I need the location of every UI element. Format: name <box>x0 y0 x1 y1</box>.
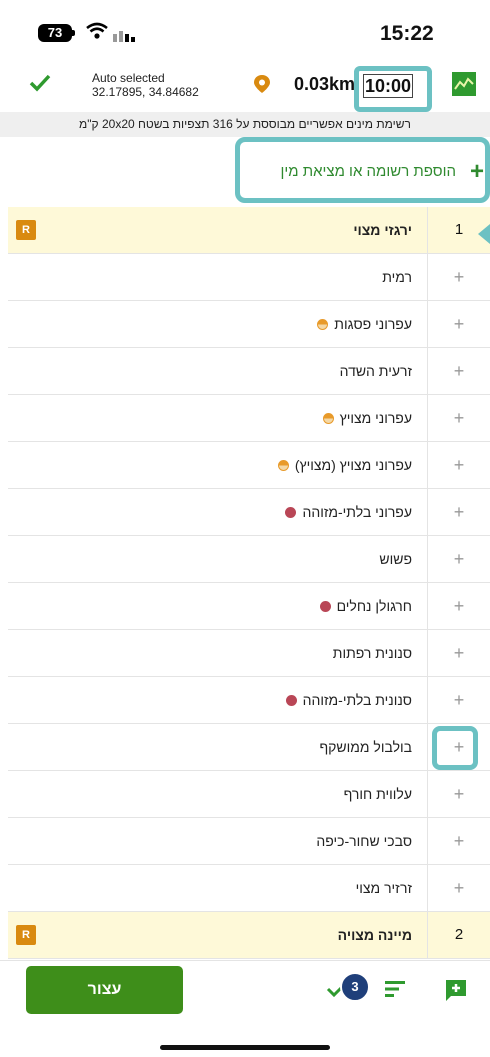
add-species-plus-icon[interactable]: + <box>427 348 490 394</box>
species-name-cell: עפרוני מצויץ <box>322 395 412 441</box>
done-count-badge: 3 <box>340 972 370 1002</box>
species-name: זרזיר מצוי <box>355 880 412 896</box>
species-name: רמית <box>382 269 412 285</box>
species-name: זרעית השדה <box>339 363 412 379</box>
add-species-plus-icon[interactable]: + <box>427 630 490 676</box>
add-species-plus-icon[interactable]: + <box>427 583 490 629</box>
distance-readout: 0.03km <box>294 74 356 94</box>
species-row[interactable]: + זרזיר מצוי <box>8 865 490 912</box>
species-name-cell: בולבול ממושקף <box>319 724 412 770</box>
red-dot-icon <box>285 694 297 706</box>
species-row[interactable]: + עפרוני בלתי-מזוהה <box>8 489 490 536</box>
species-name: עפרוני מצויץ <box>339 410 412 426</box>
species-row[interactable]: + פשוש <box>8 536 490 583</box>
info-bar: רשימת מינים אפשריים מבוססת על 316 תצפיות… <box>0 112 490 137</box>
add-species-plus-icon[interactable]: + <box>427 818 490 864</box>
species-name: עפרוני בלתי-מזוהה <box>302 504 412 520</box>
status-time: 15:22 <box>380 22 434 45</box>
sort-icon[interactable] <box>383 978 407 1005</box>
group-name: ירגזי מצוי <box>353 222 412 238</box>
add-species-plus-icon[interactable]: + <box>427 771 490 817</box>
plus-highlight <box>432 726 478 770</box>
wifi-icon <box>86 22 108 45</box>
home-indicator <box>160 1045 330 1050</box>
r-badge: R <box>16 220 36 240</box>
add-species-plus-icon[interactable]: + <box>427 536 490 582</box>
red-dot-icon <box>285 506 297 518</box>
species-name-cell: סבכי שחור-כיפה <box>316 818 412 864</box>
add-note-icon[interactable] <box>444 978 468 1007</box>
species-name-cell: סנונית בלתי-מזוהה <box>285 677 412 723</box>
add-species-plus-icon[interactable]: + <box>427 865 490 911</box>
battery-tip <box>72 30 75 36</box>
species-name-cell: פשוש <box>379 536 412 582</box>
add-species-plus-icon[interactable]: + <box>427 301 490 347</box>
add-species-plus-icon[interactable]: + <box>427 442 490 488</box>
species-name: חרגולן נחלים <box>336 598 412 614</box>
species-row[interactable]: + עפרוני מצויץ <box>8 395 490 442</box>
species-name: סנונית רפתות <box>332 645 412 661</box>
add-species-plus-icon[interactable]: + <box>427 395 490 441</box>
timer[interactable]: 10:00 <box>363 74 413 98</box>
group-row[interactable]: 1 ירגזי מצוי R <box>8 207 490 254</box>
species-name-cell: עפרוני בלתי-מזוהה <box>285 489 412 535</box>
species-name: סבכי שחור-כיפה <box>316 833 412 849</box>
species-name-cell: עפרוני פסגות <box>317 301 412 347</box>
plus-icon: + <box>469 158 484 185</box>
half-circle-icon <box>317 318 329 330</box>
group-row[interactable]: 2 מיינה מצויה R <box>8 912 490 959</box>
species-name: עלווית חורף <box>343 786 412 802</box>
stop-button[interactable]: עצור <box>26 966 183 1014</box>
species-row[interactable]: + זרעית השדה <box>8 348 490 395</box>
auto-selected-label: Auto selected <box>92 71 165 85</box>
location-pin-icon <box>253 74 271 99</box>
species-name-cell: עפרוני מצויץ (מצויץ) <box>277 442 412 488</box>
species-name: בולבול ממושקף <box>319 739 412 755</box>
group-number: 2 <box>427 912 490 958</box>
species-name-cell: זרזיר מצוי <box>356 865 412 911</box>
add-species-plus-icon[interactable]: + <box>427 489 490 535</box>
add-species-plus-icon[interactable]: + <box>427 254 490 300</box>
species-row[interactable]: + סבכי שחור-כיפה <box>8 818 490 865</box>
species-name-cell: זרעית השדה <box>340 348 412 394</box>
coordinates: 32.17895, 34.84682 <box>92 85 199 99</box>
selection-pointer-icon <box>478 224 490 244</box>
red-dot-icon <box>319 600 331 612</box>
add-record-label: הוספת רשומה או מציאת מין <box>280 163 456 180</box>
species-row[interactable]: + בולבול ממושקף <box>8 724 490 771</box>
species-row[interactable]: + עלווית חורף <box>8 771 490 818</box>
species-row[interactable]: + עפרוני פסגות <box>8 301 490 348</box>
confirm-location-icon[interactable] <box>28 72 52 99</box>
species-name-cell: חרגולן נחלים <box>319 583 412 629</box>
species-name-cell: עלווית חורף <box>344 771 412 817</box>
half-circle-icon <box>322 412 334 424</box>
species-name: סנונית בלתי-מזוהה <box>302 692 412 708</box>
r-badge: R <box>16 925 36 945</box>
species-row[interactable]: + עפרוני מצויץ (מצויץ) <box>8 442 490 489</box>
species-name: עפרוני מצויץ (מצויץ) <box>294 457 412 473</box>
species-row[interactable]: + חרגולן נחלים <box>8 583 490 630</box>
map-icon[interactable] <box>452 72 476 96</box>
battery-indicator: 73 <box>38 24 72 42</box>
add-species-plus-icon[interactable]: + <box>427 677 490 723</box>
species-name-cell: סנונית רפתות <box>333 630 412 676</box>
species-row[interactable]: + רמית <box>8 254 490 301</box>
species-row[interactable]: + סנונית רפתות <box>8 630 490 677</box>
signal-icon <box>113 28 139 47</box>
half-circle-icon <box>277 459 289 471</box>
species-name-cell: רמית <box>382 254 412 300</box>
group-name: מיינה מצויה <box>337 927 412 943</box>
add-record-button[interactable]: + הוספת רשומה או מציאת מין <box>248 160 488 184</box>
species-name: פשוש <box>379 551 412 567</box>
species-name: עפרוני פסגות <box>334 316 412 332</box>
species-row[interactable]: + סנונית בלתי-מזוהה <box>8 677 490 724</box>
